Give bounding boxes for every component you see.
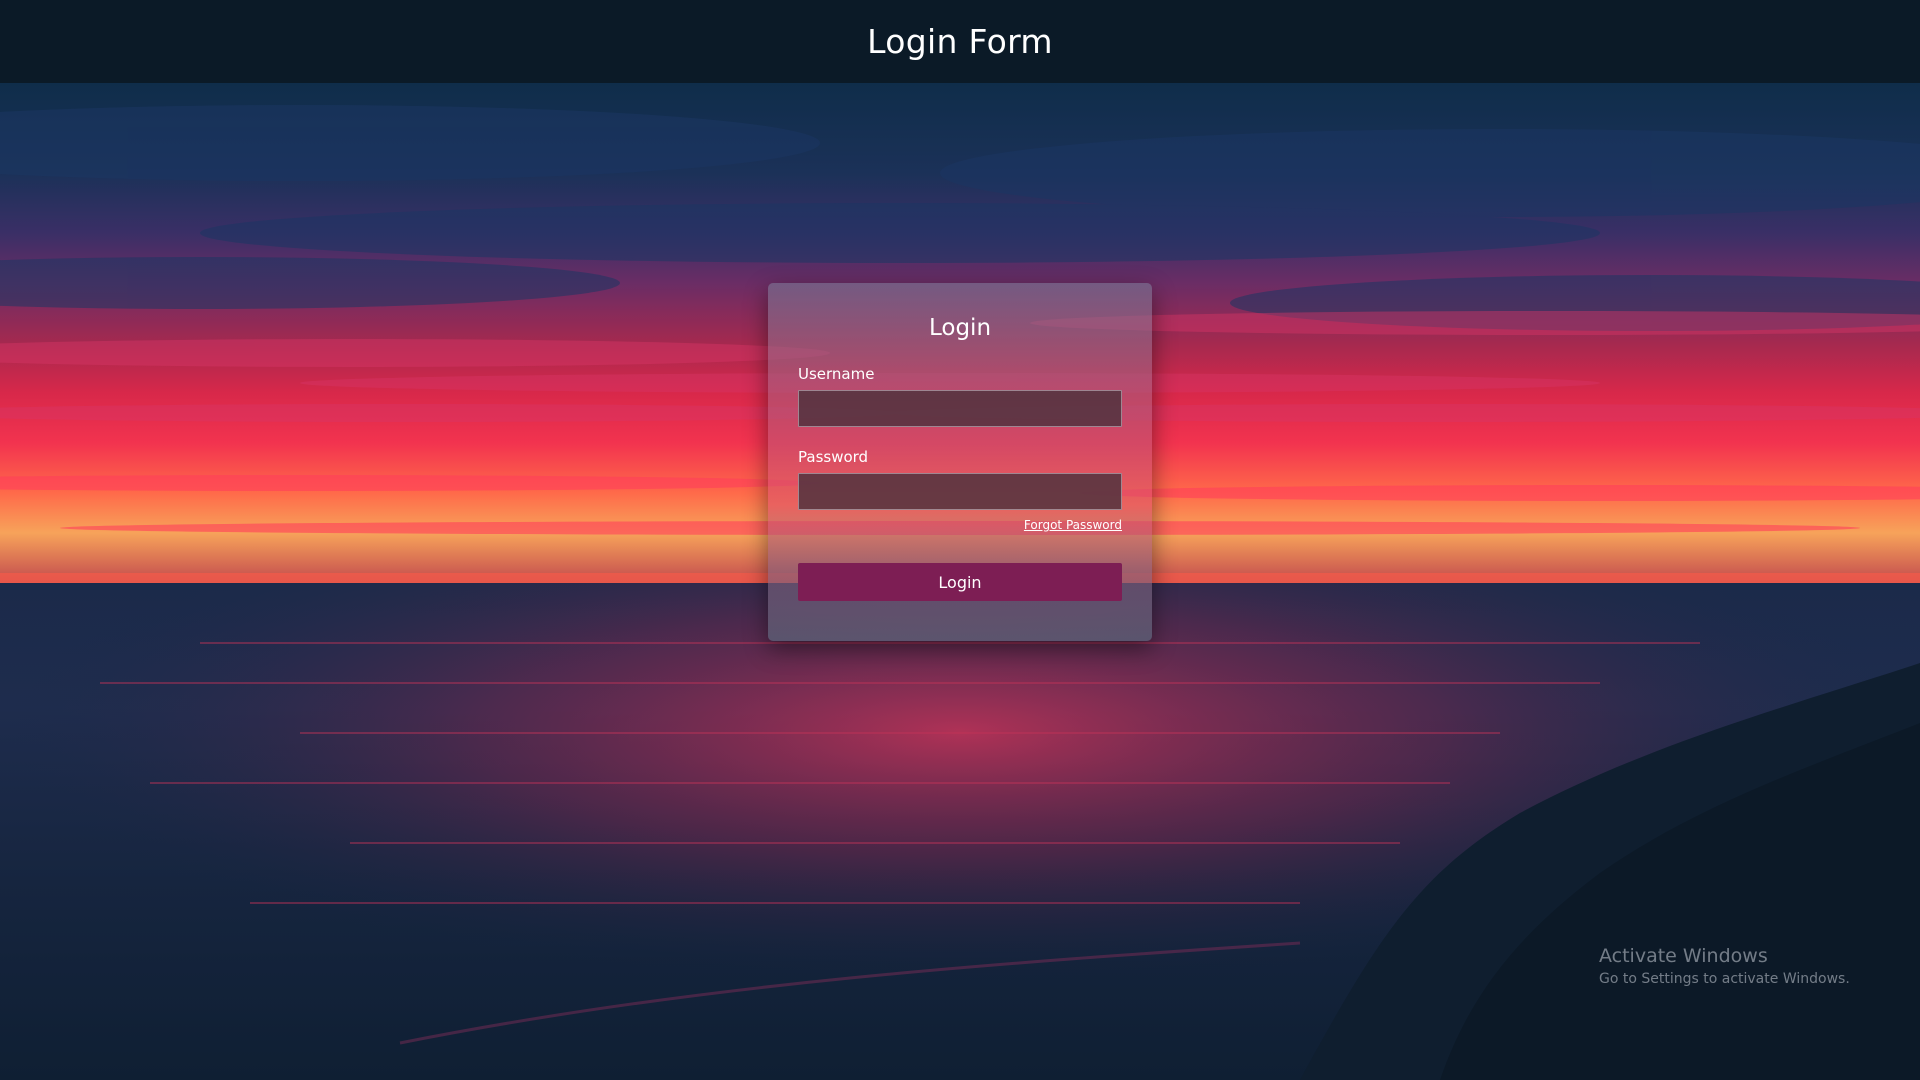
app-header: Login Form (0, 0, 1920, 83)
password-input[interactable] (798, 473, 1122, 510)
windows-activation-watermark: Activate Windows Go to Settings to activ… (1599, 945, 1850, 987)
login-button[interactable]: Login (798, 563, 1122, 601)
username-label: Username (798, 365, 875, 383)
forgot-password-link[interactable]: Forgot Password (1024, 518, 1122, 532)
password-label: Password (798, 448, 869, 466)
watermark-subtitle: Go to Settings to activate Windows. (1599, 970, 1850, 987)
app-title: Login Form (867, 22, 1053, 61)
username-input[interactable] (798, 390, 1122, 427)
watermark-title: Activate Windows (1599, 945, 1768, 967)
card-title: Login (928, 315, 992, 341)
login-card: Login Username Password Forgot Password … (768, 283, 1152, 641)
